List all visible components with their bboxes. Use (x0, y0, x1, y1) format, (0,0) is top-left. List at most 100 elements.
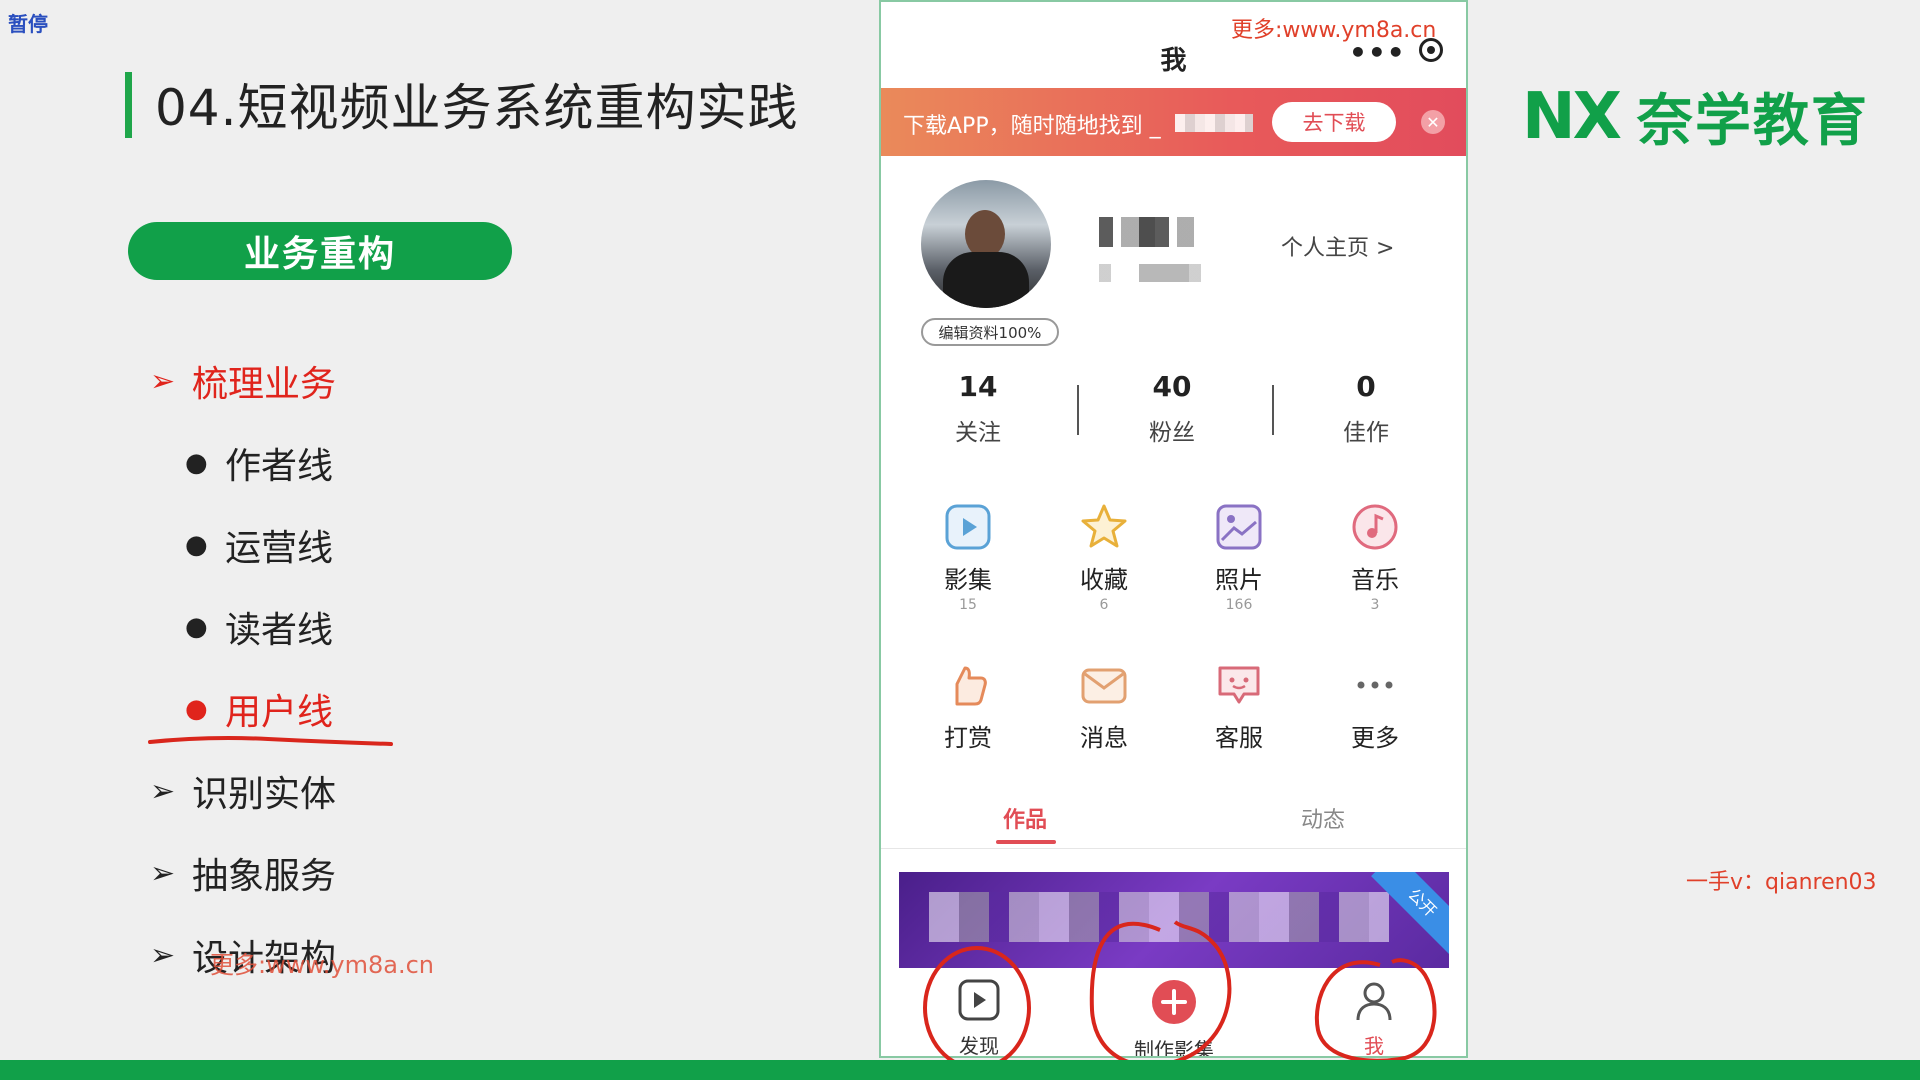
dot-bullet-icon: ● (185, 530, 208, 560)
more-icon (1350, 660, 1400, 710)
photo-icon (1214, 502, 1264, 552)
outline-item-author-line: ● 作者线 (185, 437, 333, 489)
target-icon[interactable] (1419, 38, 1443, 62)
stat-value: 14 (958, 370, 998, 403)
logo-mark: NX (1522, 79, 1622, 154)
bottom-brand-bar (0, 1060, 1920, 1080)
plus-icon (1152, 980, 1196, 1024)
music-icon (1350, 502, 1400, 552)
outline-item-text: 运营线 (225, 528, 334, 569)
outline-item-ops-line: ● 运营线 (185, 519, 333, 571)
outline-item-text: 识别实体 (192, 774, 337, 815)
grid-item-albums[interactable]: 影集 15 (908, 502, 1028, 613)
stat-label: 佳作 (1343, 420, 1389, 446)
tab-activity[interactable]: 动态 (1301, 802, 1345, 834)
tabbar-label: 发现 (959, 1034, 999, 1058)
outline-item-text: 读者线 (225, 610, 334, 651)
grid-item-favorites[interactable]: 收藏 6 (1044, 502, 1164, 613)
work-thumbnail[interactable]: 公开 (899, 872, 1449, 972)
play-icon (958, 979, 1000, 1021)
watermark-left: 更多:www.ym8a.cn (210, 951, 434, 979)
person-icon (1356, 982, 1392, 1021)
dot-bullet-icon: ● (185, 448, 208, 478)
stat-following[interactable]: 14 关注 (883, 370, 1073, 447)
pause-indicator[interactable]: 暂停 (8, 8, 48, 37)
arrow-bullet-icon: ➢ (150, 363, 176, 399)
thumb-up-icon (943, 660, 993, 710)
thumbnail-redaction (929, 892, 1389, 942)
tabbar-label: 我 (1364, 1034, 1384, 1058)
avatar-body (943, 252, 1029, 308)
grid-item-customer-service[interactable]: 客服 (1179, 660, 1299, 753)
grid-item-tip[interactable]: 打赏 (908, 660, 1028, 753)
arrow-bullet-icon: ➢ (150, 855, 176, 891)
grid-item-label: 更多 (1351, 724, 1399, 752)
chat-icon (1214, 660, 1264, 710)
section-pill: 业务重构 (128, 222, 512, 280)
userid-redaction (1099, 264, 1219, 282)
grid-item-label: 收藏 (1080, 566, 1128, 594)
slide-title: 04.短视频业务系统重构实践 (155, 79, 799, 137)
stat-label: 粉丝 (1149, 420, 1195, 446)
phone-mockup: 更多:www.ym8a.cn 我 ••• 下载APP，随时随地找到 _ 去下载 … (879, 0, 1468, 1058)
tabbar-item-make-album[interactable]: 制作影集 (1114, 978, 1234, 1058)
outline-item-reader-line: ● 读者线 (185, 601, 333, 653)
active-tab-indicator (996, 840, 1056, 844)
edit-profile-badge[interactable]: 编辑资料100% (921, 318, 1059, 346)
arrow-bullet-icon: ➢ (150, 937, 176, 973)
more-menu-icon[interactable]: ••• (1349, 36, 1406, 69)
tab-works[interactable]: 作品 (1003, 802, 1047, 834)
stat-works[interactable]: 0 佳作 (1271, 370, 1461, 447)
outline-item-text: 作者线 (225, 446, 334, 487)
grid-item-count: 166 (1225, 597, 1253, 613)
avatar[interactable] (921, 180, 1051, 308)
stat-fans[interactable]: 40 粉丝 (1077, 370, 1267, 447)
bottom-tabbar: 发现 制作影集 我 (881, 968, 1466, 1058)
watermark-right: 一手v：qianren03 (1686, 870, 1877, 895)
ink-underline (148, 736, 393, 746)
grid-item-count: 6 (1099, 597, 1109, 613)
download-banner[interactable]: 下载APP，随时随地找到 _ 去下载 ✕ (881, 88, 1466, 156)
arrow-bullet-icon: ➢ (150, 773, 176, 809)
grid-item-count: 15 (959, 597, 977, 613)
tabbar-label: 制作影集 (1134, 1038, 1214, 1058)
tab-divider (881, 848, 1466, 849)
tabbar-item-discover[interactable]: 发现 (919, 978, 1039, 1058)
stats-row: 14 关注 40 粉丝 0 佳作 (881, 370, 1466, 450)
grid-item-label: 打赏 (944, 724, 992, 752)
outline-item-abstract-services: ➢ 抽象服务 (150, 847, 336, 899)
brand-logo: NX 奈学教育 (1522, 76, 1869, 157)
video-album-icon (943, 502, 993, 552)
outline-item-text: 抽象服务 (192, 856, 337, 897)
outline-item-sort-business: ➢ 梳理业务 (150, 355, 336, 407)
stat-value: 0 (1356, 370, 1376, 403)
close-icon[interactable]: ✕ (1421, 110, 1445, 134)
star-icon (1079, 502, 1129, 552)
grid-item-label: 音乐 (1351, 566, 1399, 594)
grid-item-music[interactable]: 音乐 3 (1315, 502, 1435, 613)
dot-bullet-icon: ● (185, 694, 208, 724)
stat-value: 40 (1152, 370, 1192, 403)
dot-bullet-icon: ● (185, 612, 208, 642)
grid-item-photos[interactable]: 照片 166 (1179, 502, 1299, 613)
homepage-link[interactable]: 个人主页 > (1281, 230, 1394, 262)
phone-header: 更多:www.ym8a.cn 我 ••• (881, 2, 1466, 88)
banner-text: 下载APP，随时随地找到 _ (903, 114, 1161, 139)
outline-item-text: 梳理业务 (192, 364, 337, 405)
download-button[interactable]: 去下载 (1272, 102, 1396, 142)
outline-item-text: 用户线 (225, 692, 334, 733)
grid-item-label: 影集 (944, 566, 992, 594)
outline-item-user-line: ● 用户线 (185, 683, 333, 735)
outline-item-identify-entities: ➢ 识别实体 (150, 765, 336, 817)
grid-item-label: 消息 (1080, 724, 1128, 752)
grid-item-label: 照片 (1215, 566, 1263, 594)
grid-item-more[interactable]: 更多 (1315, 660, 1435, 753)
stat-label: 关注 (955, 420, 1001, 446)
tabbar-item-me[interactable]: 我 (1314, 978, 1434, 1058)
logo-text: 奈学教育 (1636, 89, 1869, 154)
mail-icon (1079, 660, 1129, 710)
username-redaction (1099, 217, 1194, 247)
grid-item-count: 3 (1370, 597, 1380, 613)
grid-item-messages[interactable]: 消息 (1044, 660, 1164, 753)
banner-blur-redaction (1175, 114, 1253, 132)
